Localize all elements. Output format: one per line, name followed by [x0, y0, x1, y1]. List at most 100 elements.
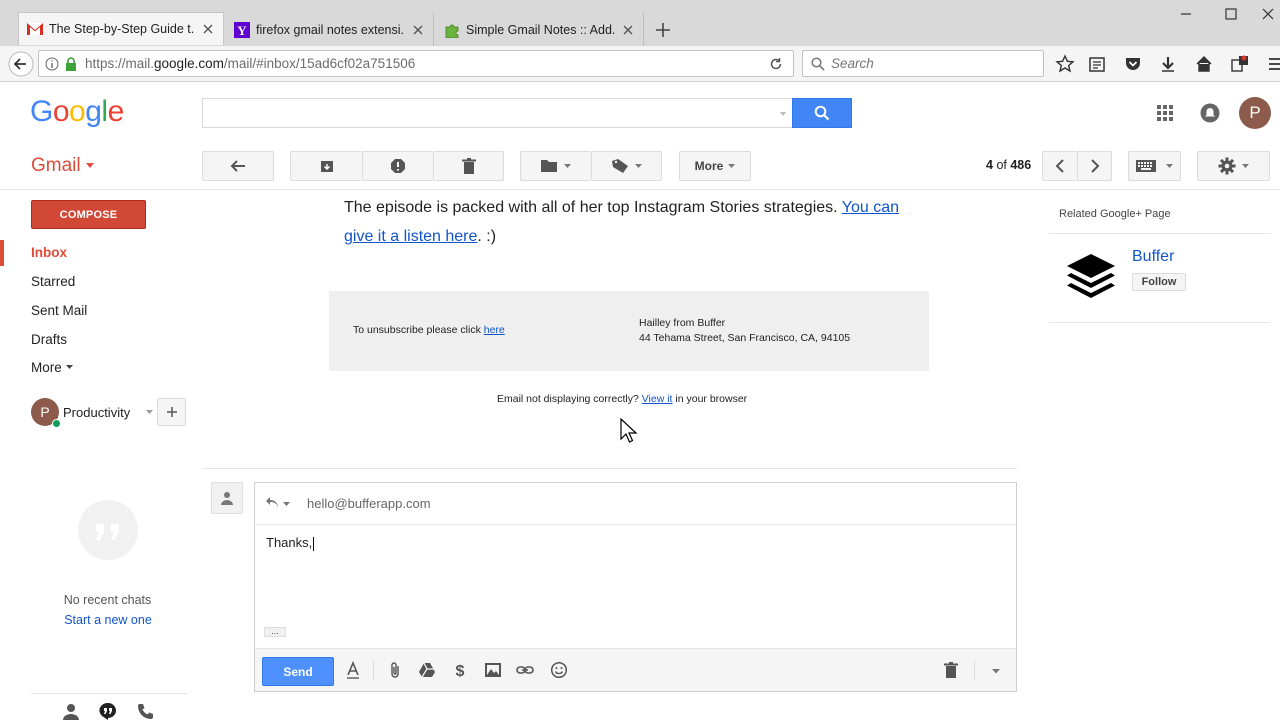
account-avatar[interactable]: P — [1239, 97, 1271, 129]
phone-icon[interactable] — [137, 703, 154, 720]
logo-letter: o — [69, 95, 86, 128]
sidebar-item-inbox[interactable]: Inbox — [31, 245, 67, 260]
money-icon[interactable]: $ — [451, 661, 469, 679]
email-body-paragraph: The episode is packed with all of her to… — [344, 193, 924, 251]
more-options-chevron-icon[interactable] — [992, 669, 1000, 674]
reading-list-icon[interactable] — [1087, 54, 1107, 74]
apps-grid-icon[interactable] — [1156, 104, 1174, 122]
chevron-right-icon — [1090, 159, 1099, 173]
compose-button[interactable]: COMPOSE — [31, 200, 146, 229]
formatting-icon[interactable] — [344, 661, 362, 679]
sidebar-item-starred[interactable]: Starred — [31, 274, 75, 289]
reply-arrow-icon[interactable] — [265, 497, 279, 509]
avatar-initial: P — [40, 404, 50, 420]
text-caret — [313, 536, 315, 551]
info-icon[interactable] — [45, 57, 59, 71]
show-trimmed-content-button[interactable]: ... — [264, 627, 286, 637]
bookmark-star-icon[interactable] — [1055, 54, 1075, 74]
discard-draft-icon[interactable] — [942, 661, 960, 679]
hangouts-footer-divider — [31, 693, 187, 694]
drive-icon[interactable] — [418, 661, 436, 679]
related-page-name[interactable]: Buffer — [1132, 248, 1174, 266]
new-chat-button[interactable] — [157, 398, 186, 426]
close-icon[interactable] — [411, 23, 425, 37]
back-to-inbox-button[interactable] — [202, 151, 274, 181]
sidebar-item-drafts[interactable]: Drafts — [31, 332, 67, 347]
send-button[interactable]: Send — [262, 657, 334, 686]
back-icon[interactable] — [8, 51, 34, 77]
reload-icon[interactable] — [769, 57, 783, 71]
logo-letter: e — [107, 95, 125, 128]
browser-search-input[interactable] — [831, 56, 1031, 71]
close-window-icon[interactable] — [1258, 4, 1278, 24]
input-tools-button[interactable] — [1128, 151, 1181, 181]
chevron-down-icon[interactable] — [283, 502, 290, 507]
hangouts-chat-icon[interactable] — [99, 702, 117, 720]
extension-notes-icon[interactable] — [1230, 54, 1250, 74]
sender-address: 44 Tehama Street, San Francisco, CA, 941… — [639, 332, 851, 344]
chevron-down-icon — [65, 365, 73, 369]
gmail-search-input[interactable] — [202, 98, 792, 128]
sidebar-item-more[interactable]: More — [31, 360, 73, 375]
unsubscribe-link[interactable]: here — [484, 324, 505, 336]
person-icon[interactable] — [62, 703, 80, 720]
emoji-icon[interactable] — [550, 661, 568, 679]
more-label: More — [694, 159, 724, 173]
google-logo[interactable]: Google — [30, 95, 124, 129]
download-icon[interactable] — [1158, 54, 1178, 74]
app-label-text: Gmail — [31, 155, 81, 176]
home-icon[interactable] — [1194, 54, 1214, 74]
menu-icon[interactable] — [1266, 54, 1280, 74]
settings-button[interactable] — [1197, 151, 1270, 181]
chevron-down-icon[interactable] — [146, 410, 153, 415]
gmail-app-label[interactable]: Gmail — [31, 155, 94, 177]
minimize-icon[interactable] — [1176, 4, 1196, 24]
older-button[interactable] — [1077, 151, 1112, 181]
hangouts-user-name[interactable]: Productivity — [63, 405, 130, 420]
close-icon[interactable] — [201, 22, 215, 36]
paragraph-text: The episode is packed with all of her to… — [344, 199, 842, 216]
browser-search-box[interactable] — [802, 50, 1044, 77]
insert-link-icon[interactable] — [516, 661, 534, 679]
archive-button[interactable] — [290, 151, 362, 181]
pocket-icon[interactable] — [1123, 54, 1143, 74]
display-issue-text: Email not displaying correctly? View it … — [497, 393, 748, 405]
attach-icon[interactable] — [386, 661, 404, 679]
sidebar-item-sent[interactable]: Sent Mail — [31, 303, 87, 318]
buffer-logo-icon[interactable] — [1061, 248, 1121, 308]
follow-button[interactable]: Follow — [1132, 273, 1186, 291]
spam-icon — [391, 159, 405, 173]
folder-icon — [541, 160, 557, 172]
lock-icon — [66, 56, 76, 71]
maximize-icon[interactable] — [1221, 4, 1241, 24]
reply-sender-avatar — [211, 482, 243, 514]
tab-yahoo[interactable]: Y firefox gmail notes extensi... — [226, 13, 434, 46]
tab-gmail[interactable]: The Step-by-Step Guide t... — [18, 12, 224, 45]
delete-button[interactable] — [433, 151, 504, 181]
view-in-browser-link[interactable]: View it — [642, 393, 673, 405]
tab-title: firefox gmail notes extensi... — [256, 22, 405, 37]
search-icon — [814, 105, 830, 121]
report-spam-button[interactable] — [362, 151, 433, 181]
notifications-icon[interactable] — [1200, 103, 1220, 123]
close-icon[interactable] — [621, 23, 635, 37]
chevron-down-icon — [85, 163, 94, 168]
reply-body-text[interactable]: Thanks, — [266, 535, 315, 551]
tab-addon[interactable]: Simple Gmail Notes :: Add... — [436, 13, 644, 46]
insert-photo-icon[interactable] — [484, 661, 502, 679]
yahoo-icon: Y — [234, 21, 250, 38]
move-to-button[interactable] — [520, 151, 591, 181]
labels-button[interactable] — [591, 151, 662, 181]
new-tab-icon[interactable] — [654, 21, 672, 39]
start-chat-link[interactable]: Start a new one — [0, 613, 216, 627]
search-options-icon[interactable] — [779, 110, 787, 118]
browser-nav-bar: https://mail.google.com/mail/#inbox/15ad… — [0, 46, 1280, 82]
url-bar[interactable]: https://mail.google.com/mail/#inbox/15ad… — [38, 50, 794, 77]
toolbar-separator — [373, 661, 374, 681]
more-label: More — [31, 360, 62, 375]
gmail-search-button[interactable] — [792, 98, 852, 128]
logo-letter: g — [85, 95, 102, 128]
reply-recipient[interactable]: hello@bufferapp.com — [307, 496, 431, 511]
more-actions-button[interactable]: More — [679, 151, 751, 181]
newer-button[interactable] — [1042, 151, 1077, 181]
